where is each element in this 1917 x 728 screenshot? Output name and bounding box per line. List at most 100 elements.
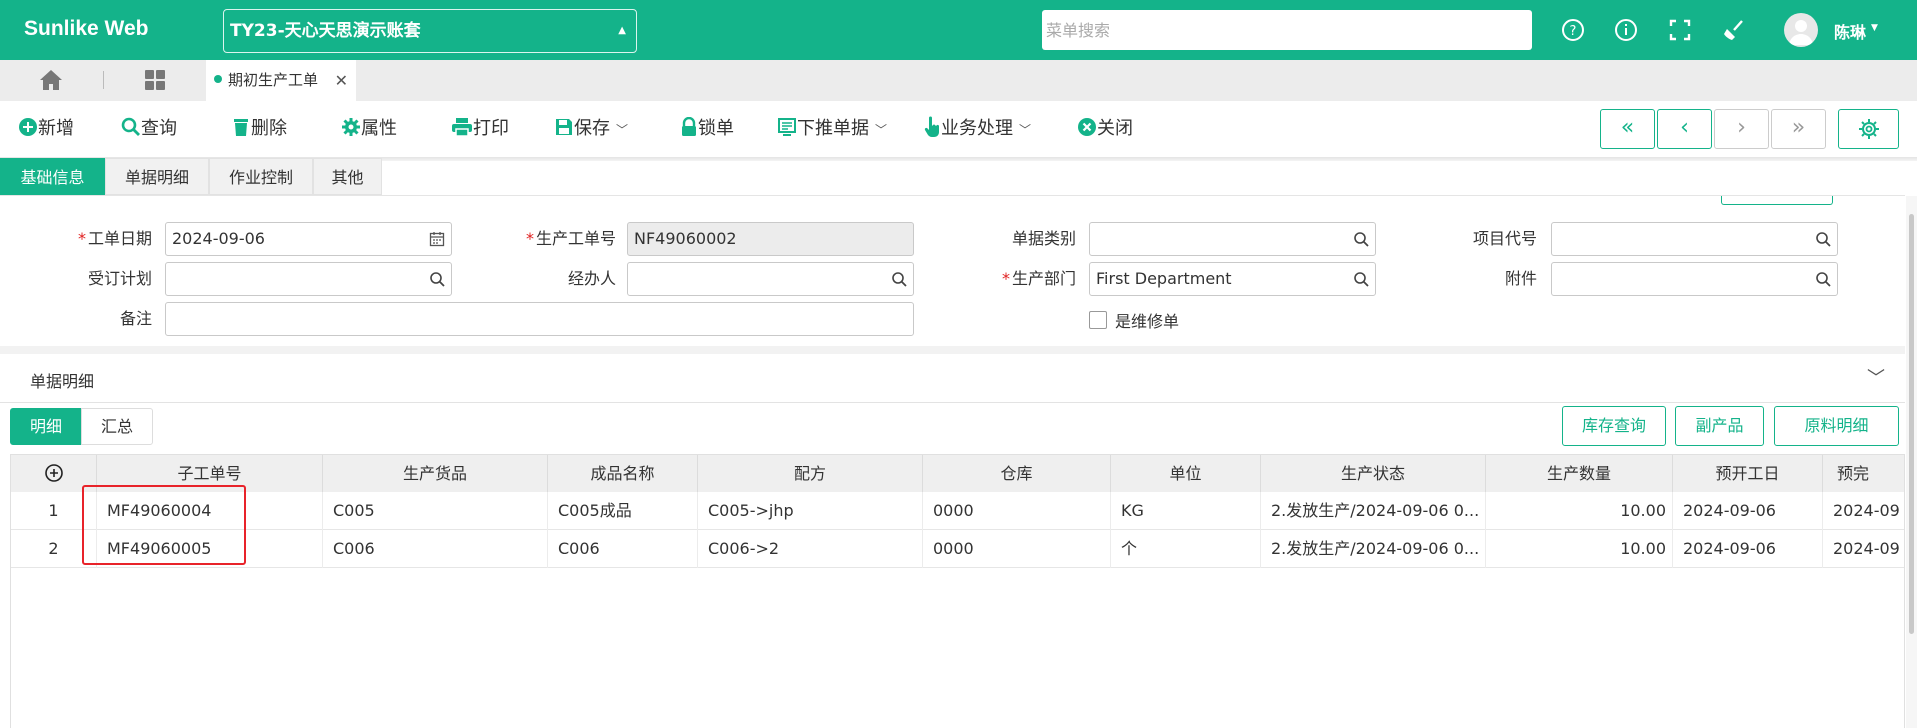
handler-field[interactable] — [627, 262, 914, 296]
byproduct-button[interactable]: 副产品 — [1675, 406, 1764, 446]
fullscreen-icon[interactable] — [1665, 15, 1695, 45]
last-record-button[interactable]: » — [1771, 109, 1826, 149]
search-icon[interactable] — [891, 271, 907, 287]
plus-circle-icon[interactable] — [44, 463, 64, 483]
print-button[interactable]: 打印 — [451, 115, 509, 143]
chevron-down-icon[interactable]: ﹀ — [616, 123, 628, 137]
lock-button[interactable]: 锁单 — [680, 115, 734, 143]
apps-grid-icon[interactable] — [144, 69, 166, 91]
caret-down-icon[interactable]: ▼ — [1871, 23, 1878, 33]
info-icon[interactable] — [1611, 15, 1641, 45]
calendar-icon[interactable] — [429, 231, 445, 247]
tab-basic-info[interactable]: 基础信息 — [0, 158, 105, 195]
warehouse-cell[interactable]: 0000 — [923, 530, 1111, 568]
chevron-down-icon[interactable]: ﹀ — [1019, 123, 1031, 137]
plan-field[interactable] — [165, 262, 452, 296]
search-icon[interactable] — [429, 271, 445, 287]
home-icon[interactable] — [38, 68, 64, 92]
project-code-label: 项目代号 — [1472, 229, 1537, 248]
attachment-field[interactable] — [1551, 262, 1838, 296]
lock-icon — [682, 116, 696, 136]
close-button[interactable]: 关闭 — [1077, 115, 1133, 143]
user-name[interactable]: 陈琳 — [1834, 19, 1866, 43]
status-cell[interactable]: 2.发放生产/2024-09-06 0... — [1261, 530, 1486, 568]
tab-other[interactable]: 其他 — [313, 158, 382, 195]
col-warehouse[interactable]: 仓库 — [923, 455, 1111, 492]
product-name-cell[interactable]: C006 — [548, 530, 698, 568]
product-name-cell[interactable]: C005成品 — [548, 492, 698, 530]
scrollbar-thumb[interactable] — [1909, 214, 1914, 634]
quantity-cell[interactable]: 10.00 — [1486, 492, 1673, 530]
col-unit[interactable]: 单位 — [1111, 455, 1261, 492]
col-status[interactable]: 生产状态 — [1261, 455, 1486, 492]
grid-header: 子工单号 生产货品 成品名称 配方 仓库 单位 生产状态 生产数量 预开工日 预… — [11, 455, 1904, 492]
new-button[interactable]: 新增 — [18, 115, 74, 143]
search-icon[interactable] — [1353, 231, 1369, 247]
col-start-date[interactable]: 预开工日 — [1673, 455, 1823, 492]
unit-cell[interactable]: 个 — [1111, 530, 1261, 568]
query-button[interactable]: 查询 — [121, 115, 177, 143]
dept-field[interactable]: First Department — [1089, 262, 1376, 296]
detail-section-header[interactable]: 单据明细 ﹀ — [0, 354, 1905, 403]
tab-detail[interactable]: 明细 — [10, 408, 82, 445]
close-icon[interactable]: ✕ — [335, 60, 348, 101]
stock-query-button[interactable]: 库存查询 — [1562, 406, 1666, 446]
tab-initial-production-order[interactable]: 期初生产工单 ✕ — [206, 60, 356, 101]
business-button[interactable]: 业务处理 ﹀ — [923, 115, 1031, 143]
account-selector[interactable]: TY23-天心天思演示账套 ▲ — [223, 9, 637, 53]
col-product[interactable]: 生产货品 — [323, 455, 548, 492]
table-row[interactable]: 2 MF49060005 C006 C006 C006->2 0000 个 2.… — [11, 530, 1904, 568]
first-record-button[interactable]: « — [1600, 109, 1655, 149]
end-date-cell[interactable]: 2024-09 — [1823, 530, 1904, 568]
next-record-button[interactable]: › — [1714, 109, 1769, 149]
warehouse-cell[interactable]: 0000 — [923, 492, 1111, 530]
col-product-name[interactable]: 成品名称 — [548, 455, 698, 492]
status-cell[interactable]: 2.发放生产/2024-09-06 0... — [1261, 492, 1486, 530]
formula-cell[interactable]: C005->jhp — [698, 492, 923, 530]
repair-order-label: 是维修单 — [1115, 312, 1180, 331]
save-button[interactable]: 保存 ﹀ — [554, 115, 628, 143]
start-date-cell[interactable]: 2024-09-06 — [1673, 530, 1823, 568]
push-down-button[interactable]: 下推单据 ﹀ — [777, 115, 887, 143]
tab-work-control[interactable]: 作业控制 — [209, 158, 313, 195]
col-end-date[interactable]: 预完 — [1823, 455, 1904, 492]
vertical-scrollbar[interactable] — [1906, 196, 1917, 728]
avatar[interactable] — [1784, 13, 1818, 47]
properties-button[interactable]: 属性 — [341, 115, 397, 143]
col-quantity[interactable]: 生产数量 — [1486, 455, 1673, 492]
toolbar: 新增 查询 删除 属性 打印 保存 ﹀ 锁单 下推单据 ﹀ 业务处理 ﹀ 关闭 « ‹… — [0, 101, 1917, 157]
tab-summary[interactable]: 汇总 — [81, 408, 153, 445]
remark-field[interactable] — [165, 302, 914, 336]
chevron-down-icon[interactable]: ﹀ — [875, 123, 887, 137]
start-date-cell[interactable]: 2024-09-06 — [1673, 492, 1823, 530]
prev-record-button[interactable]: ‹ — [1657, 109, 1712, 149]
repair-order-checkbox[interactable] — [1089, 311, 1107, 329]
settings-button[interactable] — [1838, 109, 1899, 149]
help-icon[interactable]: ? — [1558, 15, 1588, 45]
search-icon[interactable] — [1353, 271, 1369, 287]
broom-icon[interactable] — [1719, 15, 1749, 45]
menu-search-input[interactable] — [1042, 10, 1532, 50]
plan-label: 受订计划 — [87, 269, 152, 288]
chevron-down-icon[interactable]: ﹀ — [1867, 364, 1885, 390]
document-icon — [778, 118, 796, 136]
quantity-cell[interactable]: 10.00 — [1486, 530, 1673, 568]
table-row[interactable]: 1 MF49060004 C005 C005成品 C005->jhp 0000 … — [11, 492, 1904, 530]
project-code-field[interactable] — [1551, 222, 1838, 256]
end-date-cell[interactable]: 2024-09 — [1823, 492, 1904, 530]
delete-button[interactable]: 删除 — [231, 115, 287, 143]
tab-document-details[interactable]: 单据明细 — [105, 158, 209, 195]
product-cell[interactable]: C006 — [323, 530, 548, 568]
search-icon[interactable] — [1815, 271, 1831, 287]
section-gap — [0, 346, 1905, 354]
search-icon[interactable] — [1815, 231, 1831, 247]
col-formula[interactable]: 配方 — [698, 455, 923, 492]
doc-type-field[interactable] — [1089, 222, 1376, 256]
material-detail-button[interactable]: 原料明细 — [1774, 406, 1899, 446]
close-circle-icon — [1078, 118, 1096, 136]
work-date-field[interactable]: 2024-09-06 — [165, 222, 452, 256]
plus-circle-icon — [19, 118, 37, 136]
product-cell[interactable]: C005 — [323, 492, 548, 530]
unit-cell[interactable]: KG — [1111, 492, 1261, 530]
formula-cell[interactable]: C006->2 — [698, 530, 923, 568]
